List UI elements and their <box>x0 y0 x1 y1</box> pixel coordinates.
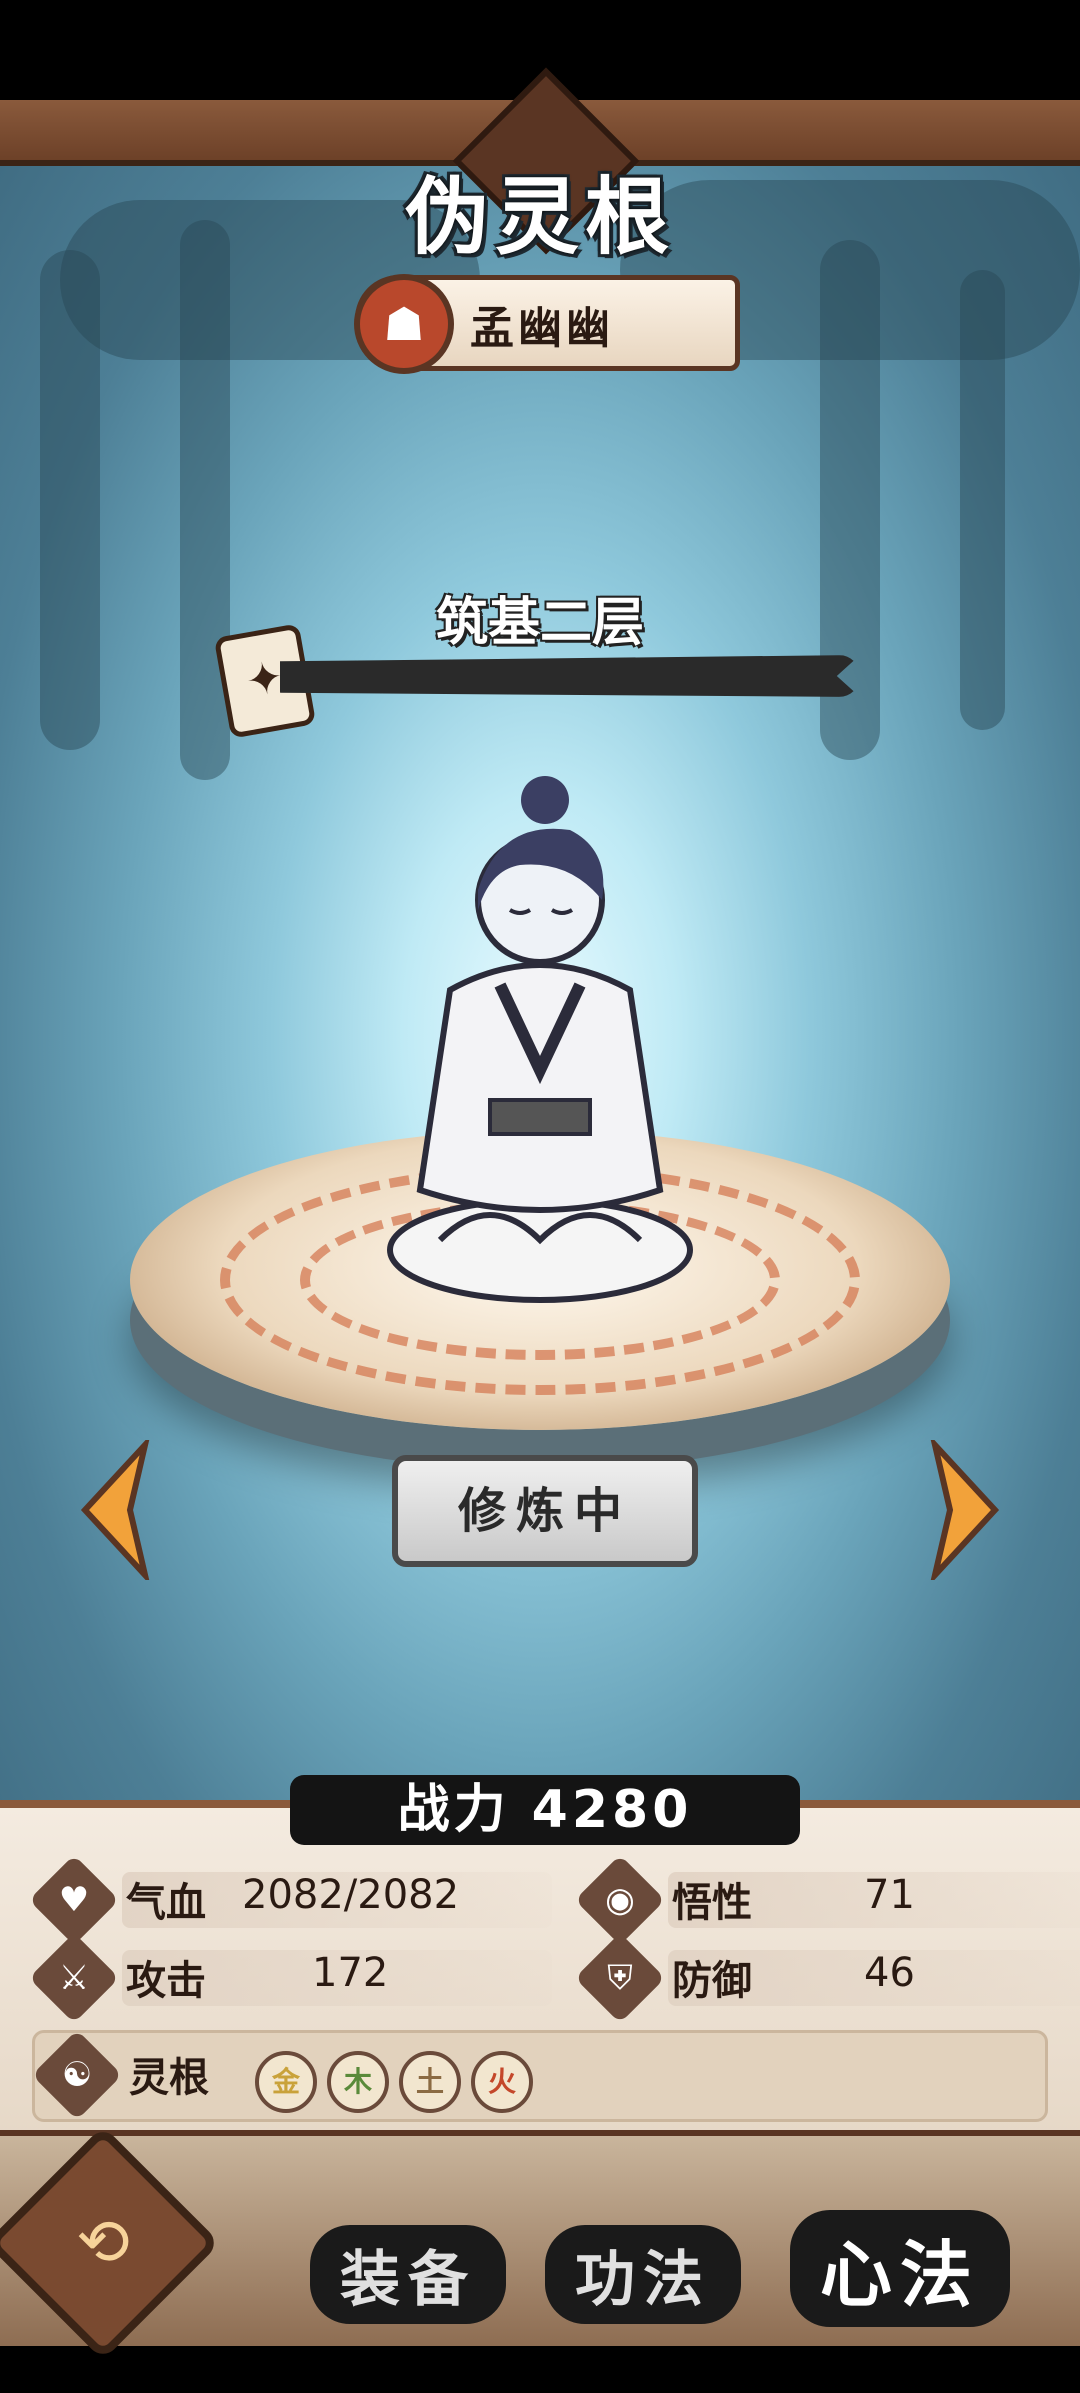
realm-label: 筑基二层 <box>435 593 644 653</box>
sword-icon: ⚔ <box>28 1932 120 2024</box>
meditating-character <box>387 776 693 1303</box>
character-name: 孟幽幽 <box>470 303 614 354</box>
spirit-root-row: ☯ 灵根 金 木 土 火 <box>31 2029 1048 2126</box>
realm-progress-bar <box>280 655 860 697</box>
next-character-arrow-icon[interactable] <box>925 1440 1005 1580</box>
prev-character-arrow-icon[interactable] <box>75 1440 155 1580</box>
stat-comprehension-value: 71 <box>864 1872 915 1918</box>
shield-icon: ⛨ <box>574 1932 666 2024</box>
stat-defense-label: 防御 <box>672 1957 752 2004</box>
stat-defense-value: 46 <box>864 1950 915 1996</box>
element-metal-icon[interactable]: 金 <box>242 2038 330 2126</box>
yin-yang-icon: ☯ <box>31 2029 123 2121</box>
cultivate-button[interactable]: 修炼中 <box>392 1455 698 1567</box>
stat-attack-value: 172 <box>312 1950 389 1996</box>
element-earth-icon[interactable]: 土 <box>386 2038 474 2126</box>
stat-defense: ⛨ 防御 46 <box>574 1932 1080 2024</box>
page-title: 伪灵根 <box>404 167 675 266</box>
stat-hp-value: 2082/2082 <box>242 1872 460 1918</box>
character-name-plate[interactable]: ☗ 孟幽幽 <box>354 274 740 374</box>
element-fire-icon[interactable]: 火 <box>458 2038 546 2126</box>
spirit-root-label: 灵根 <box>129 2054 209 2101</box>
tab-mind-method[interactable]: 心法 <box>790 2210 1011 2327</box>
character-emblem-icon: ☗ <box>354 274 454 374</box>
spirit-root-label-group: ☯ 灵根 <box>31 2029 245 2121</box>
eye-icon: ◉ <box>574 1854 666 1946</box>
combat-power: 战力 4280 <box>290 1775 800 1845</box>
stat-hp-label: 气血 <box>126 1879 206 1926</box>
stat-comprehension-label: 悟性 <box>672 1879 752 1926</box>
element-wood-icon[interactable]: 木 <box>314 2038 402 2126</box>
heart-icon: ♥ <box>28 1854 120 1946</box>
tab-equipment[interactable]: 装备 <box>310 2225 506 2324</box>
stat-attack-label: 攻击 <box>126 1957 206 2004</box>
tab-techniques[interactable]: 功法 <box>545 2225 741 2324</box>
home-icon: ⟲ <box>76 2206 130 2280</box>
stat-comprehension: ◉ 悟性 71 <box>574 1854 1080 1946</box>
stat-hp: ♥ 气血 2082/2082 <box>28 1854 552 1946</box>
stat-attack: ⚔ 攻击 172 <box>28 1932 552 2024</box>
